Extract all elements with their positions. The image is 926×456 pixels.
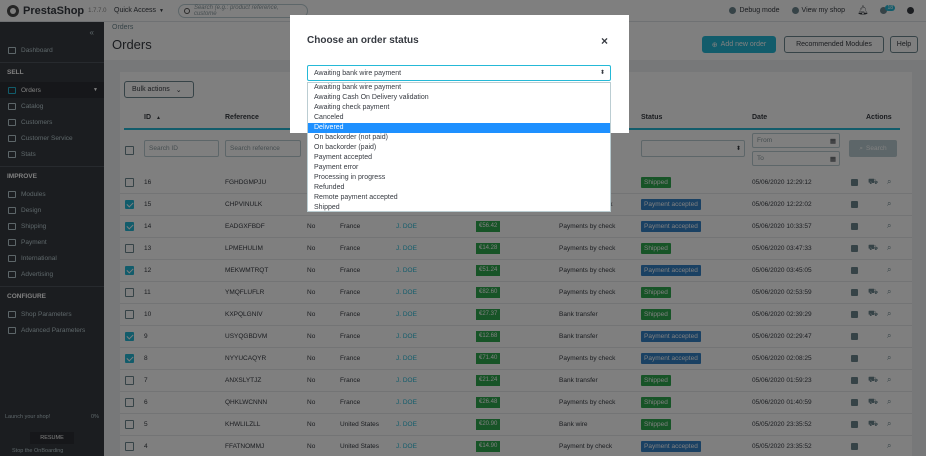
status-option[interactable]: Delivered — [308, 123, 610, 133]
status-option[interactable]: Payment accepted — [308, 153, 610, 163]
order-status-dropdown: Awaiting bank wire payment Awaiting Cash … — [307, 82, 611, 212]
close-icon[interactable]: × — [601, 34, 608, 48]
status-option[interactable]: Processing in progress — [308, 173, 610, 183]
status-option[interactable]: Refunded — [308, 183, 610, 193]
selected-status: Awaiting bank wire payment — [314, 69, 402, 77]
order-status-select[interactable]: Awaiting bank wire payment ⬍ — [307, 65, 611, 81]
status-option[interactable]: Awaiting bank wire payment — [308, 83, 610, 93]
status-option[interactable]: Remote payment accepted — [308, 193, 610, 203]
status-option[interactable]: Awaiting Cash On Delivery validation — [308, 93, 610, 103]
status-option[interactable]: On backorder (paid) — [308, 143, 610, 153]
status-option[interactable]: Shipped — [308, 203, 610, 213]
status-option[interactable]: On backorder (not paid) — [308, 133, 610, 143]
status-option[interactable]: Awaiting check payment — [308, 103, 610, 113]
sort-arrows-icon: ⬍ — [599, 70, 605, 76]
status-option[interactable]: Canceled — [308, 113, 610, 123]
status-option[interactable]: Payment error — [308, 163, 610, 173]
modal-title: Choose an order status — [307, 35, 419, 46]
